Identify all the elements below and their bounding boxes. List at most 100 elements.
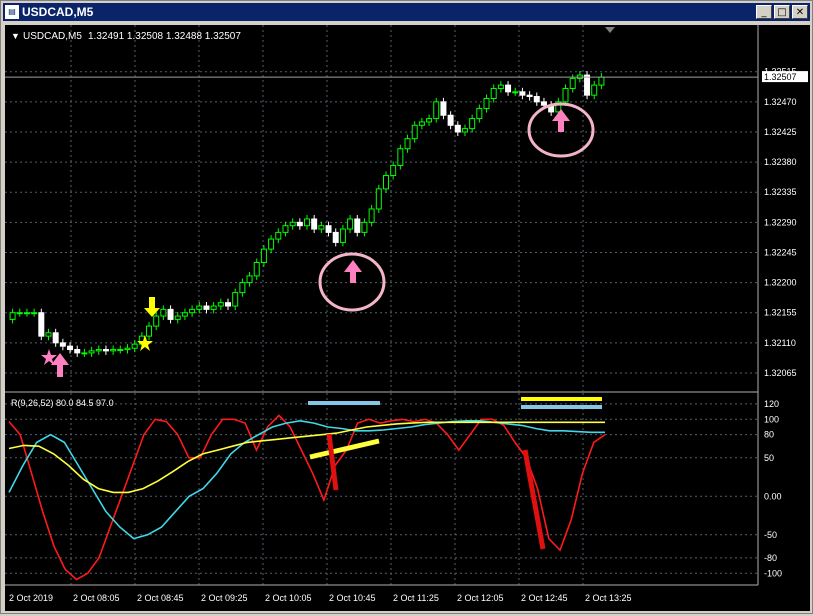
candle-body — [239, 282, 246, 294]
time-tick-label: 2 Oct 13:25 — [585, 593, 632, 603]
candle-body — [153, 315, 160, 327]
sell-arrow-icon — [144, 297, 160, 317]
chart-window-icon: ▤ — [5, 5, 19, 19]
time-tick-label: 2 Oct 10:45 — [329, 593, 376, 603]
candle-body — [461, 128, 468, 133]
indicator-tick-label: 0.00 — [764, 491, 782, 501]
close-button[interactable]: ✕ — [792, 5, 808, 19]
time-tick-label: 2 Oct 12:05 — [457, 593, 504, 603]
candle-body — [74, 349, 81, 354]
chart-canvas[interactable]: ▼ USDCAD,M5 1.32491 1.32508 1.32488 1.32… — [5, 25, 810, 611]
candle-body — [519, 91, 526, 96]
minimize-button[interactable]: _ — [756, 5, 772, 19]
candle-body — [95, 349, 102, 352]
price-axis: 1.325151.324701.324251.323801.323351.322… — [764, 67, 797, 378]
candle-body — [497, 84, 504, 89]
candle-body — [454, 124, 461, 133]
candle-body — [469, 118, 476, 130]
candle-body — [260, 248, 267, 264]
header-arrow[interactable]: ▼ — [11, 31, 20, 41]
indicator-tick-label: 100 — [764, 414, 779, 424]
indicator-grid — [5, 403, 758, 574]
candle-body — [181, 312, 188, 317]
candle-body — [88, 350, 95, 354]
candle-body — [304, 218, 310, 227]
candle-body — [296, 221, 303, 227]
indicator-tick-label: 80 — [764, 430, 774, 440]
indicator-lines — [8, 414, 606, 581]
time-tick-label: 2 Oct 08:05 — [73, 593, 120, 603]
candle-body — [382, 174, 389, 190]
price-tick-label: 1.32155 — [764, 308, 797, 318]
candle-body — [246, 275, 253, 284]
buy-arrow-icon-2 — [344, 260, 362, 283]
price-tick-label: 1.32245 — [764, 247, 797, 257]
candle-body — [339, 228, 346, 243]
candle-body — [397, 148, 404, 166]
candles — [9, 71, 605, 357]
candle-body — [160, 308, 167, 317]
candle-body — [347, 218, 354, 230]
candle-body — [102, 349, 109, 352]
candle-body — [526, 94, 533, 98]
candle-body — [232, 292, 239, 307]
time-tick-label: 2 Oct 12:45 — [521, 593, 568, 603]
price-grid — [5, 25, 758, 585]
title-bar: ▤ USDCAD,M5 _ □ ✕ — [3, 3, 810, 21]
candle-body — [275, 231, 282, 240]
candle-body — [282, 225, 289, 233]
candle-body — [505, 84, 512, 93]
indicator-line-2 — [8, 419, 605, 540]
candle-body — [375, 188, 382, 210]
candle-body — [325, 225, 332, 233]
annotations — [41, 102, 595, 377]
indicator-label: R(9,26,52) 80.0 84.5 97.0 — [11, 398, 114, 408]
chart-area[interactable]: ▼ USDCAD,M5 1.32491 1.32508 1.32488 1.32… — [5, 25, 810, 611]
candle-body — [368, 208, 375, 223]
current-price-label: 1.32507 — [764, 72, 797, 82]
buy-arrow-icon-3 — [552, 109, 570, 132]
candle-body — [110, 349, 117, 352]
header-symbol: USDCAD,M5 — [23, 31, 82, 42]
candle-body — [598, 76, 605, 86]
candle-body — [203, 305, 210, 310]
yellow-divergence-line — [309, 438, 380, 460]
candle-body — [217, 302, 224, 307]
candle-body — [9, 312, 16, 320]
indicator-tick-label: -80 — [764, 553, 777, 563]
maximize-button[interactable]: □ — [774, 5, 790, 19]
candle-body — [584, 74, 591, 96]
candle-body — [411, 124, 418, 140]
candle-body — [16, 312, 23, 315]
candle-body — [533, 96, 540, 103]
candle-body — [23, 312, 30, 315]
indicator-axis: 120 100 80 50 0.00 -50 -80 -100 — [764, 399, 782, 578]
candle-body — [426, 118, 433, 123]
time-tick-label: 2 Oct 10:05 — [265, 593, 312, 603]
price-tick-label: 1.32335 — [764, 187, 797, 197]
price-tick-label: 1.32065 — [764, 368, 797, 378]
price-tick-label: 1.32290 — [764, 217, 797, 227]
price-tick-label: 1.32425 — [764, 127, 797, 137]
candle-body — [311, 218, 318, 230]
candle-body — [483, 98, 490, 110]
time-tick-label: 2 Oct 08:45 — [137, 593, 184, 603]
candle-body — [117, 349, 124, 352]
candle-body — [253, 262, 260, 277]
time-tick-label: 2 Oct 09:25 — [201, 593, 248, 603]
candle-body — [569, 77, 576, 89]
candle-body — [289, 221, 296, 227]
price-tick-label: 1.32380 — [764, 157, 797, 167]
candle-body — [38, 312, 45, 337]
price-tick-label: 1.32200 — [764, 278, 797, 288]
candle-body — [354, 218, 361, 233]
candle-body — [174, 315, 181, 320]
candle-body — [225, 302, 232, 307]
candle-body — [318, 225, 325, 230]
chart-shift-marker[interactable] — [605, 27, 615, 33]
time-tick-label: 2 Oct 2019 — [9, 593, 53, 603]
candle-body — [189, 308, 196, 314]
candle-body — [146, 325, 153, 337]
candle-body — [45, 332, 52, 337]
indicator-tick-label: -100 — [764, 568, 782, 578]
